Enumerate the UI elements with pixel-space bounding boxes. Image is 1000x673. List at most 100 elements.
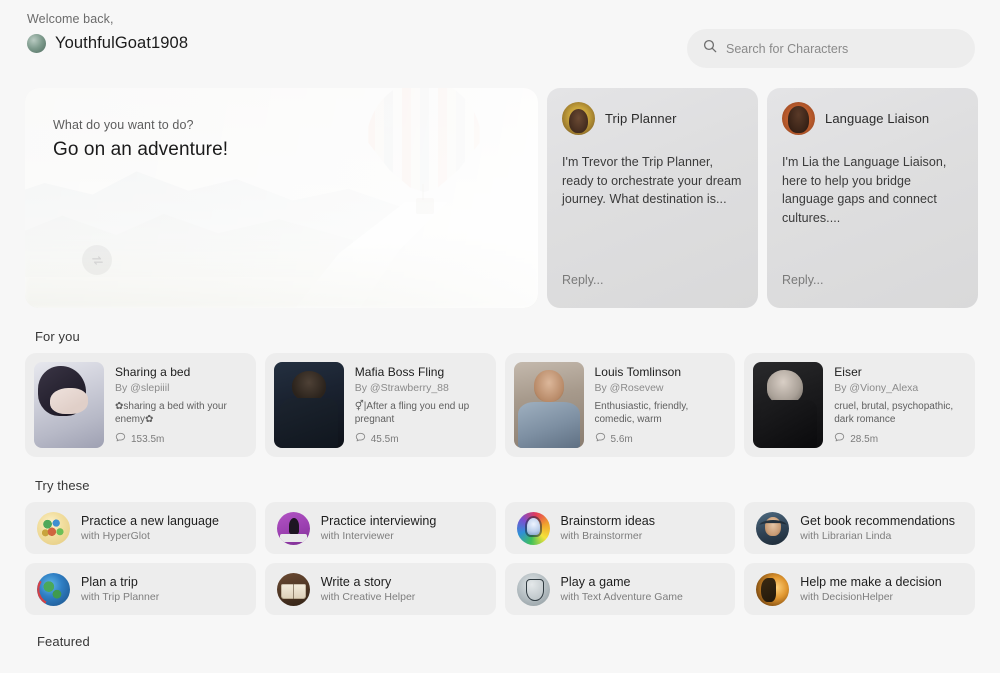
character-name: Language Liaison (825, 111, 930, 126)
for-you-card[interactable]: Mafia Boss Fling By @Strawberry_88 ⚥|After… (264, 353, 496, 457)
interviewer-icon (276, 511, 310, 545)
try-these-label: Practice interviewing (320, 514, 437, 528)
search-icon (703, 39, 717, 58)
chat-bubble-icon (834, 432, 845, 446)
try-these-title: Try these (35, 478, 90, 493)
user-row[interactable]: YouthfulGoat1908 (27, 34, 188, 53)
card-stat: 45.5m (355, 432, 399, 446)
card-stat-value: 153.5m (131, 433, 165, 445)
username: YouthfulGoat1908 (55, 34, 189, 52)
card-body: Mafia Boss Fling By @Strawberry_88 ⚥|After… (355, 362, 487, 448)
card-body: Sharing a bed By @slepiiil ✿sharing a bed … (115, 362, 247, 448)
open-book-icon (276, 572, 310, 606)
card-title: Louis Tomlinson (594, 365, 682, 379)
search-bar[interactable] (687, 29, 975, 68)
profile-silhouette-icon (756, 572, 790, 606)
card-author: By @Strawberry_88 (354, 382, 449, 394)
try-these-text: Write a story with Creative Helper (321, 575, 416, 603)
card-author: By @slepiiil (115, 382, 170, 394)
try-these-card[interactable]: Play a game with Text Adventure Game (504, 563, 736, 615)
card-title: Mafia Boss Fling (354, 365, 445, 379)
try-these-label: Brainstorm ideas (560, 514, 656, 528)
globe-trip-icon (37, 572, 70, 606)
featured-title: Featured (37, 634, 90, 649)
card-description: cruel, brutal, psychopathic, dark romanc… (834, 401, 954, 425)
card-stat-value: 5.6m (610, 433, 633, 445)
welcome-block: Welcome back, YouthfulGoat1908 (25, 12, 188, 53)
try-these-card[interactable]: Practice a new language with HyperGlot (25, 502, 256, 554)
card-description: ⚥|After a fling you end up pregnant (354, 401, 470, 425)
card-thumbnail (753, 362, 824, 448)
card-stat: 28.5m (834, 432, 878, 446)
lightbulb-icon (516, 511, 550, 545)
character-preview-card[interactable]: Trip Planner I'm Trevor the Trip Planner… (547, 88, 758, 308)
card-thumbnail (34, 362, 104, 448)
try-these-text: Brainstorm ideas with Brainstormer (561, 514, 656, 542)
try-these-text: Play a game with Text Adventure Game (561, 575, 683, 603)
card-thumbnail (513, 362, 584, 448)
character-header: Language Liaison (782, 102, 963, 135)
try-these-text: Help me make a decision with DecisionHelp… (800, 575, 942, 603)
refresh-shuffle-icon[interactable] (82, 245, 112, 275)
for-you-card[interactable]: Eiser By @Viony_Alexa cruel, brutal, psych… (744, 353, 975, 457)
card-body: Louis Tomlinson By @Rosevew Enthusiastic, … (595, 362, 727, 448)
try-these-card[interactable]: Help me make a decision with DecisionHelp… (744, 563, 975, 615)
welcome-label: Welcome back, (27, 12, 114, 26)
try-these-label: Play a game (560, 575, 631, 589)
try-these-sublabel: with Librarian Linda (800, 530, 892, 542)
character-name: Trip Planner (605, 111, 677, 126)
language-liaison-avatar (782, 102, 815, 135)
character-header: Trip Planner (562, 102, 743, 135)
character-preview-card[interactable]: Language Liaison I'm Lia the Language Li… (767, 88, 978, 308)
search-input[interactable] (726, 41, 959, 56)
try-these-card[interactable]: Get book recommendations with Librarian L… (744, 502, 975, 554)
card-author: By @Rosevew (594, 382, 664, 394)
try-these-sublabel: with DecisionHelper (800, 591, 894, 603)
try-these-sublabel: with Creative Helper (320, 591, 416, 603)
try-these-text: Practice interviewing with Interviewer (321, 514, 437, 542)
reply-placeholder[interactable]: Reply... (562, 273, 603, 287)
hero-kicker: What do you want to do? (53, 118, 194, 132)
try-these-sublabel: with Text Adventure Game (560, 591, 683, 603)
try-these-sublabel: with Interviewer (320, 530, 394, 542)
try-these-label: Plan a trip (81, 575, 138, 589)
shield-icon (516, 572, 550, 606)
reply-placeholder[interactable]: Reply... (782, 273, 823, 287)
try-these-label: Practice a new language (81, 514, 220, 528)
for-you-card[interactable]: Sharing a bed By @slepiiil ✿sharing a bed … (25, 353, 256, 457)
try-these-sublabel: with HyperGlot (81, 530, 150, 542)
card-body: Eiser By @Viony_Alexa cruel, brutal, psych… (834, 362, 966, 448)
for-you-title: For you (35, 329, 80, 344)
character-message: I'm Trevor the Trip Planner, ready to or… (562, 155, 742, 206)
hero-banner[interactable]: What do you want to do? Go on an adventu… (25, 88, 538, 308)
home-page: Welcome back, YouthfulGoat1908 Search fo… (0, 0, 1000, 673)
try-these-grid: Practice a new language with HyperGlot Pra… (25, 502, 975, 615)
chat-bubble-icon (595, 432, 606, 446)
chat-bubble-icon (355, 432, 366, 446)
page-header: Welcome back, YouthfulGoat1908 (25, 0, 975, 68)
card-stat: 5.6m (595, 432, 633, 446)
try-these-text: Get book recommendations with Librarian L… (800, 514, 955, 542)
for-you-grid: Sharing a bed By @slepiiil ✿sharing a bed … (25, 353, 975, 457)
hero-content: What do you want to do? Go on an adventu… (53, 118, 228, 161)
try-these-card[interactable]: Brainstorm ideas with Brainstormer (504, 502, 736, 554)
try-these-sublabel: with Brainstormer (560, 530, 643, 542)
try-these-card[interactable]: Plan a trip with Trip Planner (25, 563, 256, 615)
try-these-label: Get book recommendations (800, 514, 956, 528)
librarian-icon (756, 511, 790, 545)
try-these-card[interactable]: Write a story with Creative Helper (264, 563, 496, 615)
try-these-text: Practice a new language with HyperGlot (81, 514, 219, 542)
user-avatar[interactable] (27, 34, 46, 53)
globe-map-icon (37, 511, 70, 545)
hero-row: What do you want to do? Go on an adventu… (25, 88, 978, 308)
for-you-card[interactable]: Louis Tomlinson By @Rosevew Enthusiastic, … (504, 353, 736, 457)
try-these-sublabel: with Trip Planner (81, 591, 160, 603)
character-message: I'm Lia the Language Liaison, here to he… (782, 155, 947, 225)
chat-bubble-icon (115, 432, 126, 446)
card-stat-value: 28.5m (850, 433, 879, 445)
card-description: Enthusiastic, friendly, comedic, warm (594, 401, 689, 425)
try-these-label: Help me make a decision (800, 575, 942, 589)
try-these-text: Plan a trip with Trip Planner (81, 575, 159, 603)
card-title: Sharing a bed (115, 365, 191, 379)
try-these-card[interactable]: Practice interviewing with Interviewer (264, 502, 496, 554)
